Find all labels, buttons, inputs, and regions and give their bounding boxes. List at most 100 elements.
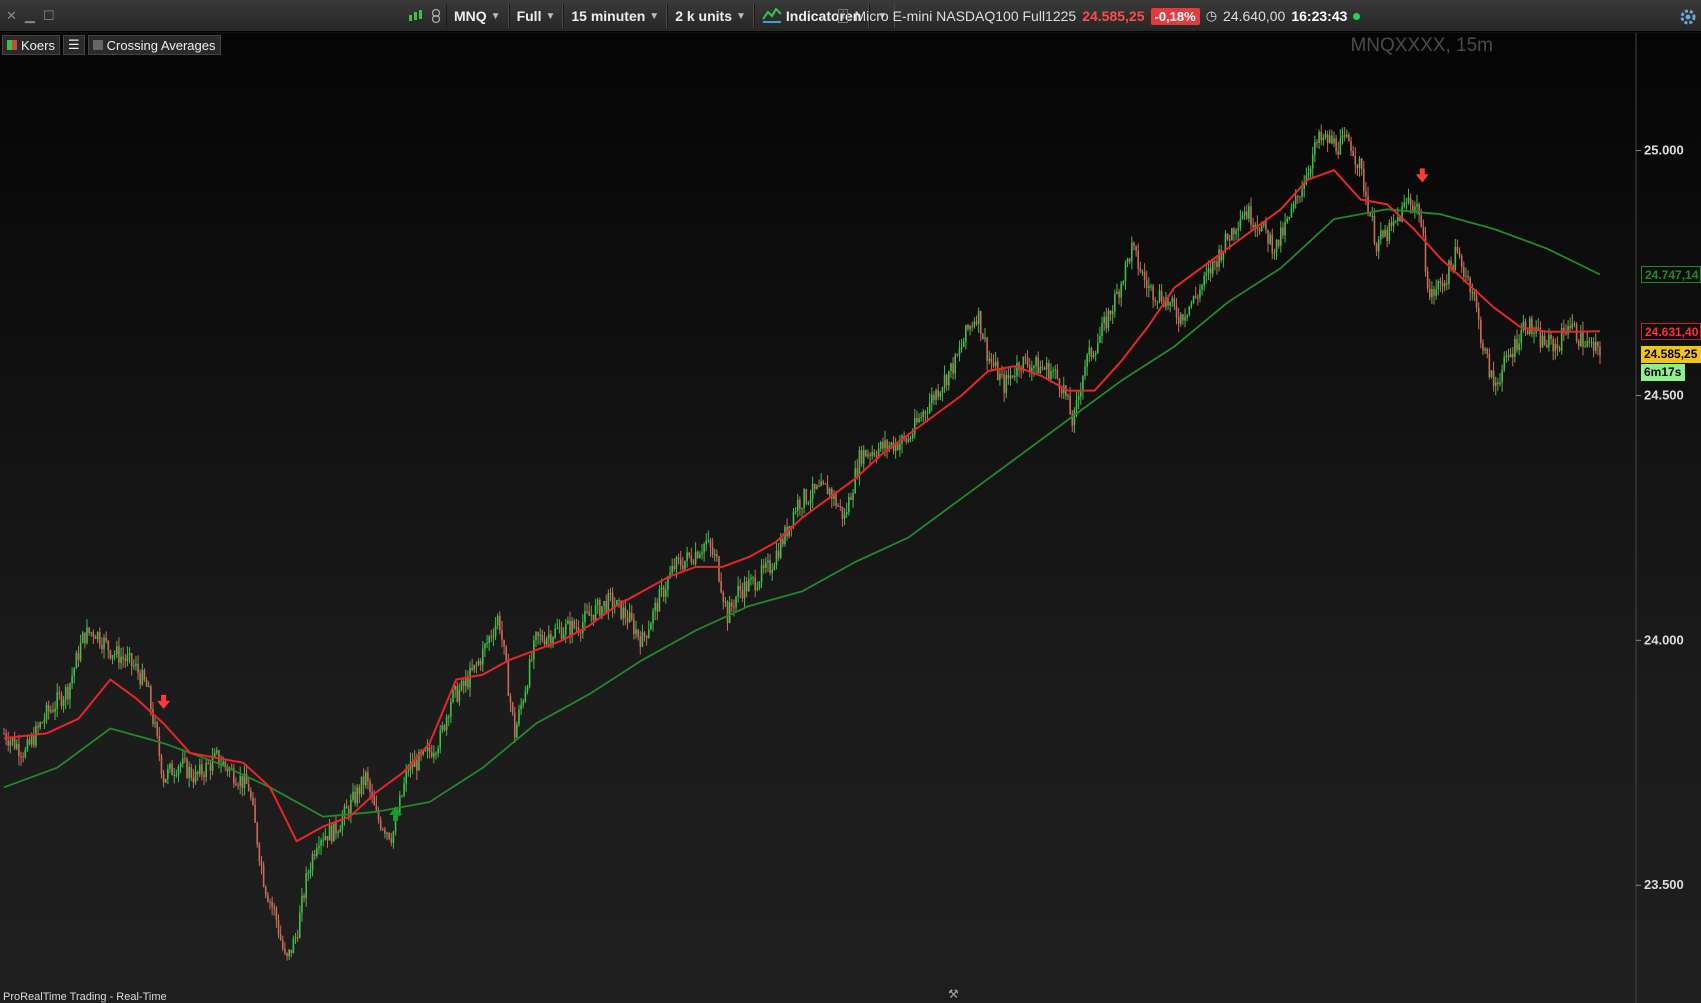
units-dropdown[interactable]: 2 k units ▼ [667, 4, 754, 28]
candle-body [22, 756, 24, 758]
candle-body [433, 753, 435, 757]
candle-body [920, 417, 922, 419]
candle-body [854, 468, 856, 494]
price-axis[interactable]: 25.000 24.500 24.000 23.500 [1636, 143, 1684, 893]
candle-body [522, 701, 525, 705]
candle-body [705, 540, 708, 545]
close-icon[interactable]: ✕ [6, 8, 17, 24]
list-icon: ☰ [67, 37, 80, 52]
candle-body [905, 438, 908, 442]
chart-area[interactable]: 25.000 24.500 24.000 23.500 Koers ☰ Crossin… [0, 33, 1701, 1003]
candle-body [535, 632, 537, 641]
candle-body [871, 452, 874, 456]
toolbar: ✕ ▁ ☐ MNQ ▼ Full ▼ 15 minuten ▼ 2 k unit… [0, 0, 1701, 32]
candle-body [1477, 307, 1480, 320]
candle-body [473, 664, 476, 670]
candle-body [1126, 258, 1129, 263]
candle-body [1490, 370, 1493, 378]
candle-body [582, 622, 584, 634]
candle-body [941, 387, 944, 393]
candle-body [3, 733, 5, 735]
candle-body [647, 629, 650, 638]
candle-body [1111, 311, 1114, 315]
candle-body [1039, 366, 1042, 374]
candle-body [782, 538, 784, 545]
legend-indicator[interactable]: Crossing Averages [87, 35, 221, 55]
chart-tools-icon[interactable]: ⚒ [948, 987, 959, 1001]
candle-body [950, 363, 952, 371]
candle-body [750, 577, 752, 580]
candle-body [603, 601, 605, 607]
candle-body [592, 614, 595, 621]
candle-body [1475, 295, 1478, 308]
candle-body [1048, 362, 1050, 380]
candle-body [933, 394, 935, 400]
info-icon[interactable]: i [838, 9, 849, 23]
candle-body [931, 394, 933, 403]
candle-body [1445, 283, 1448, 285]
candle-body [60, 694, 63, 706]
candle-body [54, 708, 56, 712]
gear-icon[interactable] [1677, 6, 1699, 28]
candle-body [1239, 219, 1242, 229]
candle-body [679, 559, 682, 566]
candle-body [956, 354, 959, 356]
candle-body [494, 625, 497, 636]
price-tag: 24.585,25 [1641, 345, 1701, 363]
candle-body [311, 854, 314, 871]
candle-body [1362, 169, 1365, 192]
candle-body [1335, 138, 1337, 152]
chevron-down-icon: ▼ [545, 10, 556, 22]
candle-body [1186, 314, 1188, 317]
price-tick-label: 23.500 [1644, 877, 1684, 892]
candle-body [779, 538, 782, 558]
candle-body [62, 699, 65, 706]
candle-body [320, 840, 322, 846]
candle-body [1250, 206, 1252, 225]
candle-body [111, 655, 114, 659]
legend-price[interactable]: Koers [2, 35, 60, 55]
candle-body [743, 581, 746, 599]
price-chart[interactable]: 25.000 24.500 24.000 23.500 [0, 33, 1701, 1003]
candle-body [835, 494, 837, 507]
candle-body [1122, 281, 1125, 284]
candle-body [558, 627, 561, 629]
candle-body [545, 638, 548, 645]
symbol-dropdown[interactable]: MNQ ▼ [446, 4, 509, 28]
minimize-icon[interactable]: ▁ [25, 8, 35, 24]
candle-body [1160, 290, 1163, 302]
view-dropdown[interactable]: Full ▼ [508, 4, 564, 28]
legend-list-button[interactable]: ☰ [62, 35, 85, 55]
candle-body [805, 489, 808, 504]
candle-body [1392, 221, 1395, 226]
candle-body [58, 692, 61, 695]
candle-body [724, 601, 727, 603]
candle-body [1096, 342, 1099, 353]
candle-body [1237, 228, 1240, 231]
candle-body [1173, 298, 1176, 307]
candle-body [203, 774, 205, 778]
link-icon[interactable] [426, 4, 446, 28]
candle-body [867, 454, 869, 457]
candle-body [1133, 242, 1135, 246]
candle-body [158, 735, 161, 756]
candle-body [90, 632, 93, 634]
candle-body [1458, 251, 1461, 256]
sell-arrow-icon [1415, 168, 1429, 183]
candle-body [1007, 375, 1010, 379]
candle-body [720, 581, 722, 593]
candle-body [801, 508, 803, 510]
last-price: 24.585,25 [1082, 8, 1145, 24]
candle-body [1356, 164, 1359, 169]
candle-body [303, 895, 305, 899]
maximize-icon[interactable]: ☐ [43, 8, 55, 24]
timeframe-dropdown[interactable]: 15 minuten ▼ [563, 4, 668, 28]
candle-body [235, 783, 237, 786]
candle-body [630, 612, 633, 620]
candle-body [1088, 347, 1091, 355]
candle-body [635, 629, 637, 635]
candle-body [239, 776, 242, 786]
candle-body [162, 773, 165, 783]
candle-body [154, 722, 156, 724]
chart-type-icon[interactable] [406, 4, 426, 28]
